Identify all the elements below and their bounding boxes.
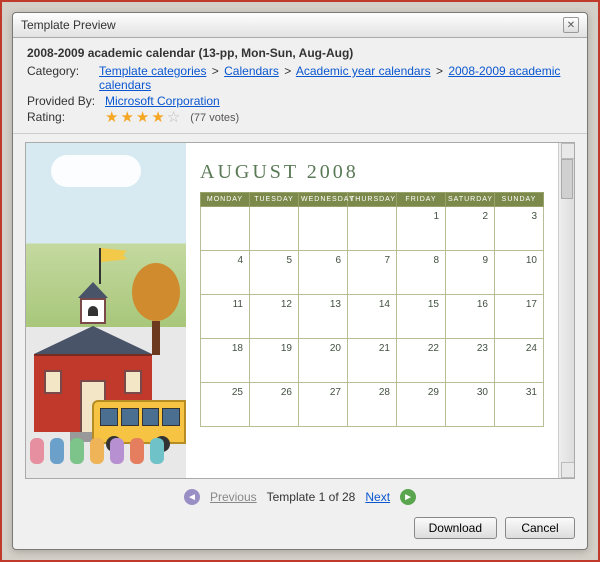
calendar-cell: 11 bbox=[201, 295, 250, 339]
people-icon bbox=[26, 438, 186, 468]
table-row: 18192021222324 bbox=[201, 339, 544, 383]
calendar-cell: 10 bbox=[495, 251, 544, 295]
star-icon: ★ bbox=[151, 110, 164, 125]
cloud-icon bbox=[51, 155, 141, 187]
table-row: 45678910 bbox=[201, 251, 544, 295]
calendar-cell: 28 bbox=[348, 383, 397, 427]
provided-by-row: Provided By: Microsoft Corporation bbox=[27, 94, 573, 108]
cancel-button[interactable]: Cancel bbox=[505, 517, 575, 539]
table-row: 25262728293031 bbox=[201, 383, 544, 427]
calendar-cell: 25 bbox=[201, 383, 250, 427]
calendar-cell: 30 bbox=[446, 383, 495, 427]
calendar-cell: 16 bbox=[446, 295, 495, 339]
calendar-cell: 5 bbox=[250, 251, 299, 295]
star-icon: ★ bbox=[120, 110, 133, 125]
day-header: SUNDAY bbox=[495, 193, 544, 207]
table-row: 11121314151617 bbox=[201, 295, 544, 339]
calendar-table: MONDAY TUESDAY WEDNESDAY THURSDAY FRIDAY… bbox=[200, 192, 544, 427]
day-header: TUESDAY bbox=[250, 193, 299, 207]
calendar-cell bbox=[348, 207, 397, 251]
rating-stars[interactable]: ★ ★ ★ ★ ☆ (77 votes) bbox=[105, 110, 239, 125]
calendar-cell: 14 bbox=[348, 295, 397, 339]
rating-label: Rating: bbox=[27, 110, 99, 125]
calendar-header-row: MONDAY TUESDAY WEDNESDAY THURSDAY FRIDAY… bbox=[201, 193, 544, 207]
day-header: SATURDAY bbox=[446, 193, 495, 207]
rating-row: Rating: ★ ★ ★ ★ ☆ (77 votes) bbox=[27, 110, 573, 125]
calendar-cell: 1 bbox=[397, 207, 446, 251]
template-name: 2008-2009 academic calendar (13-pp, Mon-… bbox=[27, 46, 573, 60]
day-header: THURSDAY bbox=[348, 193, 397, 207]
calendar-cell: 31 bbox=[495, 383, 544, 427]
breadcrumb-link[interactable]: Template categories bbox=[99, 64, 206, 78]
vote-count: (77 votes) bbox=[190, 112, 239, 124]
template-meta: 2008-2009 academic calendar (13-pp, Mon-… bbox=[13, 38, 587, 134]
calendar-cell: 2 bbox=[446, 207, 495, 251]
arrow-left-icon[interactable]: ◄ bbox=[184, 489, 200, 505]
calendar-cell: 22 bbox=[397, 339, 446, 383]
calendar-cell: 24 bbox=[495, 339, 544, 383]
calendar-cell: 27 bbox=[299, 383, 348, 427]
scrollbar[interactable] bbox=[558, 143, 574, 478]
calendar-cell: 12 bbox=[250, 295, 299, 339]
calendar-cell bbox=[299, 207, 348, 251]
arrow-right-icon[interactable]: ► bbox=[400, 489, 416, 505]
calendar-cell: 15 bbox=[397, 295, 446, 339]
preview-panel: AUGUST 2008 MONDAY TUESDAY WEDNESDAY THU… bbox=[25, 142, 575, 479]
calendar-cell: 3 bbox=[495, 207, 544, 251]
close-icon[interactable]: ✕ bbox=[563, 17, 579, 33]
template-preview-dialog: Template Preview ✕ 2008-2009 academic ca… bbox=[12, 12, 588, 550]
breadcrumb-link[interactable]: Academic year calendars bbox=[296, 64, 431, 78]
dialog-title: Template Preview bbox=[21, 18, 116, 32]
dialog-titlebar: Template Preview ✕ bbox=[13, 13, 587, 38]
calendar-cell: 7 bbox=[348, 251, 397, 295]
category-row: Category: Template categories > Calendar… bbox=[27, 64, 573, 92]
illustration bbox=[26, 143, 186, 478]
template-counter: Template 1 of 28 bbox=[267, 490, 356, 504]
calendar-cell: 8 bbox=[397, 251, 446, 295]
breadcrumb: Template categories > Calendars > Academ… bbox=[99, 64, 573, 92]
calendar-area: AUGUST 2008 MONDAY TUESDAY WEDNESDAY THU… bbox=[186, 143, 558, 478]
calendar-cell: 4 bbox=[201, 251, 250, 295]
calendar-cell bbox=[250, 207, 299, 251]
calendar-cell: 19 bbox=[250, 339, 299, 383]
preview-content: AUGUST 2008 MONDAY TUESDAY WEDNESDAY THU… bbox=[26, 143, 558, 478]
star-icon: ☆ bbox=[167, 110, 180, 125]
previous-link[interactable]: Previous bbox=[210, 490, 257, 504]
day-header: WEDNESDAY bbox=[299, 193, 348, 207]
star-icon: ★ bbox=[105, 110, 118, 125]
star-icon: ★ bbox=[136, 110, 149, 125]
calendar-cell: 29 bbox=[397, 383, 446, 427]
day-header: FRIDAY bbox=[397, 193, 446, 207]
category-label: Category: bbox=[27, 64, 93, 92]
calendar-cell: 26 bbox=[250, 383, 299, 427]
calendar-month-title: AUGUST 2008 bbox=[200, 161, 544, 184]
calendar-cell: 23 bbox=[446, 339, 495, 383]
provided-by-label: Provided By: bbox=[27, 94, 99, 108]
provided-by-link[interactable]: Microsoft Corporation bbox=[105, 94, 220, 108]
table-row: 123 bbox=[201, 207, 544, 251]
calendar-cell: 20 bbox=[299, 339, 348, 383]
calendar-cell: 21 bbox=[348, 339, 397, 383]
calendar-cell: 6 bbox=[299, 251, 348, 295]
download-button[interactable]: Download bbox=[414, 517, 497, 539]
day-header: MONDAY bbox=[201, 193, 250, 207]
calendar-cell: 18 bbox=[201, 339, 250, 383]
calendar-cell: 13 bbox=[299, 295, 348, 339]
breadcrumb-link[interactable]: Calendars bbox=[224, 64, 279, 78]
template-nav: ◄ Previous Template 1 of 28 Next ► bbox=[13, 483, 587, 511]
calendar-cell bbox=[201, 207, 250, 251]
calendar-cell: 9 bbox=[446, 251, 495, 295]
dialog-buttons: Download Cancel bbox=[13, 511, 587, 549]
next-link[interactable]: Next bbox=[365, 490, 390, 504]
calendar-cell: 17 bbox=[495, 295, 544, 339]
